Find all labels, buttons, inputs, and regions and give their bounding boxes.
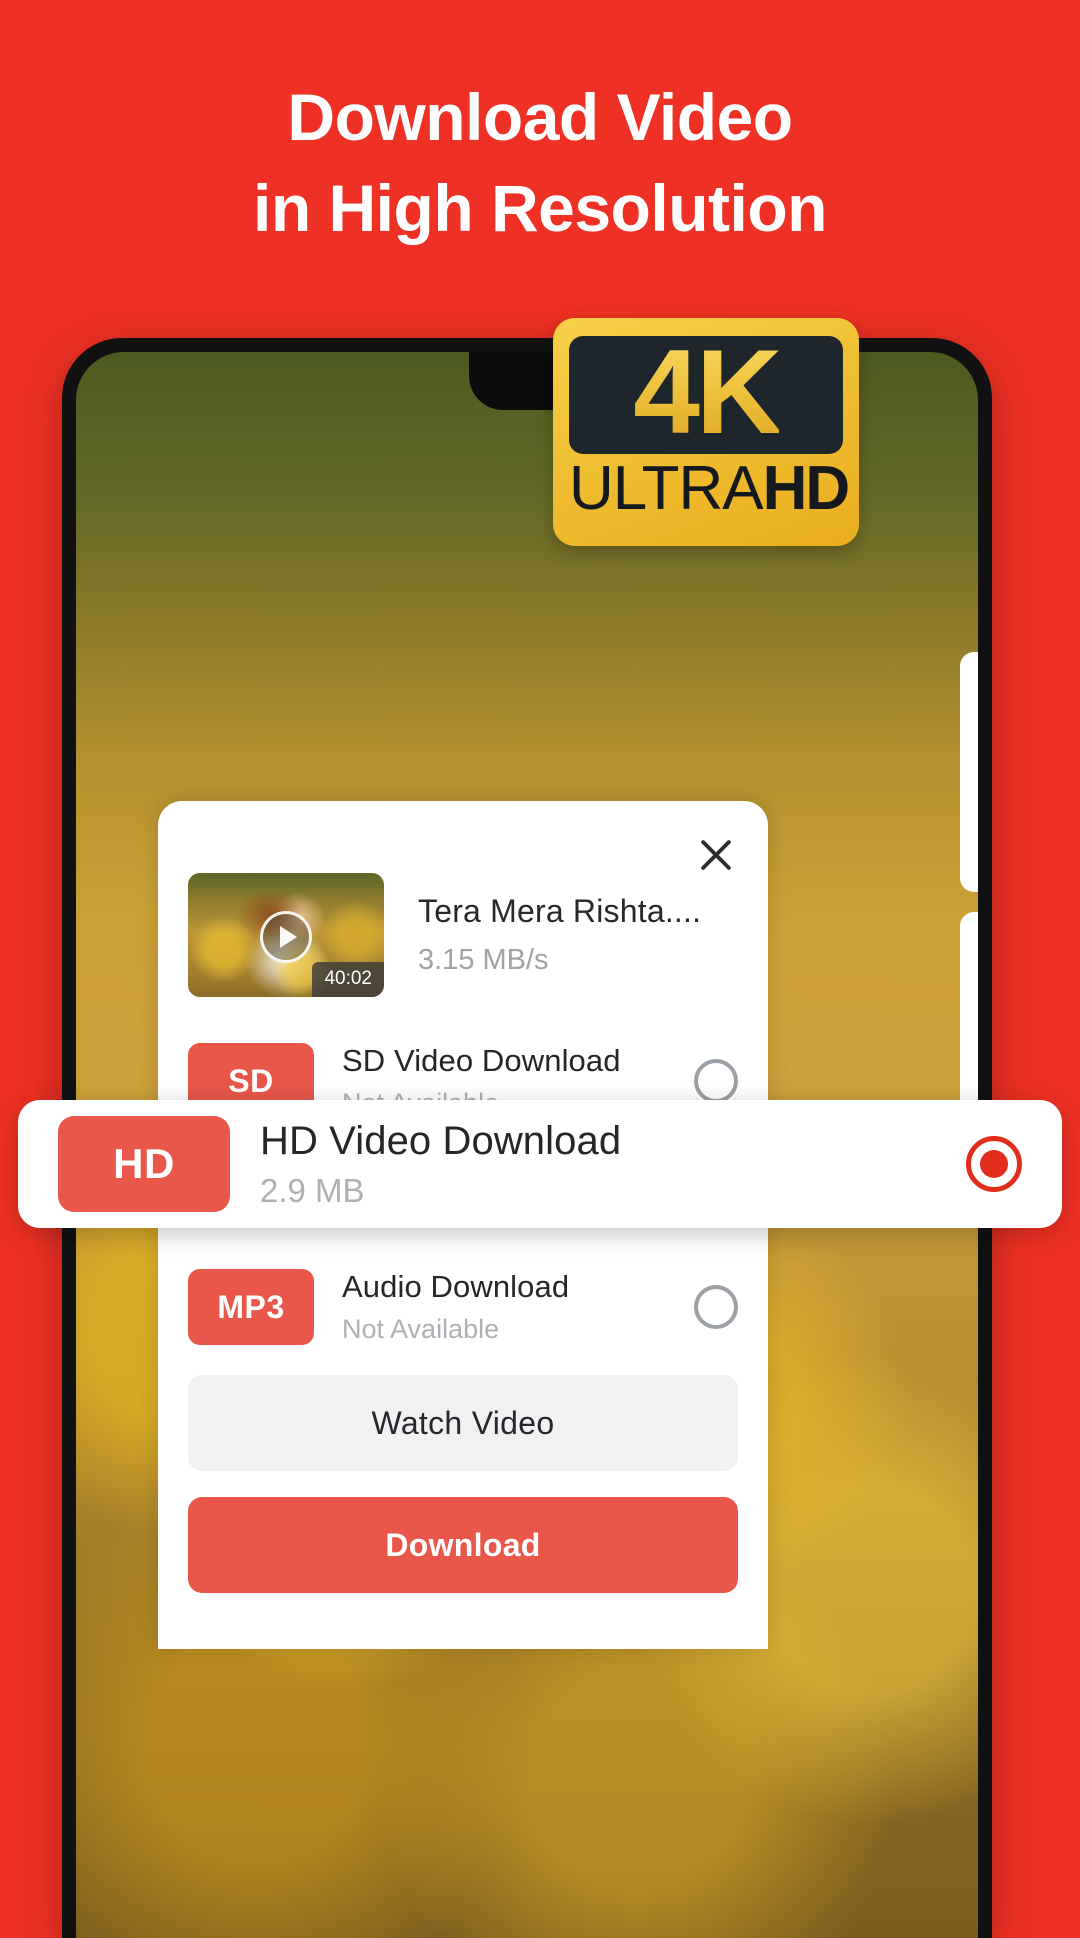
close-icon[interactable] xyxy=(694,833,738,877)
option-subtitle-mp3: Not Available xyxy=(342,1314,500,1344)
badge-ultra-label: ULTRA xyxy=(569,454,764,523)
radio-mp3[interactable] xyxy=(694,1285,738,1329)
badge-hd-label: HD xyxy=(762,454,851,523)
video-thumbnail[interactable]: 40:02 xyxy=(188,873,384,997)
option-text-hd: HD Video Download 2.9 MB xyxy=(260,1119,966,1210)
option-row-mp3[interactable]: MP3 Audio Download Not Available xyxy=(158,1257,768,1357)
resolution-badge: 4K ULTRAHD xyxy=(553,318,859,546)
option-tag-hd: HD xyxy=(58,1116,230,1212)
badge-resolution-text: 4K xyxy=(633,325,782,459)
badge-ultra-hd-text: ULTRAHD xyxy=(569,458,850,520)
sheet-edge-top xyxy=(960,652,978,892)
page-title: Download Video in High Resolution xyxy=(0,72,1080,254)
video-duration-badge: 40:02 xyxy=(312,962,384,997)
video-meta: Tera Mera Rishta.... 3.15 MB/s xyxy=(418,893,701,977)
video-speed: 3.15 MB/s xyxy=(418,944,549,976)
option-title-sd: SD Video Download xyxy=(342,1043,621,1078)
resolution-badge-inner: 4K xyxy=(569,332,843,454)
video-title: Tera Mera Rishta.... xyxy=(418,893,702,929)
radio-hd[interactable] xyxy=(966,1136,1022,1192)
dialog-actions: Watch Video Download xyxy=(158,1357,768,1593)
download-button[interactable]: Download xyxy=(188,1497,738,1593)
play-icon[interactable] xyxy=(260,911,312,964)
option-text-mp3: Audio Download Not Available xyxy=(342,1269,694,1345)
radio-sd[interactable] xyxy=(694,1059,738,1103)
dialog-header xyxy=(158,827,768,873)
headline-line-2: in High Resolution xyxy=(253,171,827,246)
video-info-row: 40:02 Tera Mera Rishta.... 3.15 MB/s xyxy=(158,873,768,997)
option-row-hd-highlighted[interactable]: HD HD Video Download 2.9 MB xyxy=(18,1100,1062,1228)
option-tag-mp3: MP3 xyxy=(188,1269,314,1345)
headline-line-1: Download Video xyxy=(287,80,793,154)
option-title-mp3: Audio Download xyxy=(342,1269,570,1304)
watch-video-button[interactable]: Watch Video xyxy=(188,1375,738,1471)
option-subtitle-hd: 2.9 MB xyxy=(260,1171,365,1209)
sheet-edge-bottom xyxy=(960,912,978,1132)
dialog-footer-spacer xyxy=(158,1593,768,1649)
option-title-hd: HD Video Download xyxy=(260,1118,622,1163)
